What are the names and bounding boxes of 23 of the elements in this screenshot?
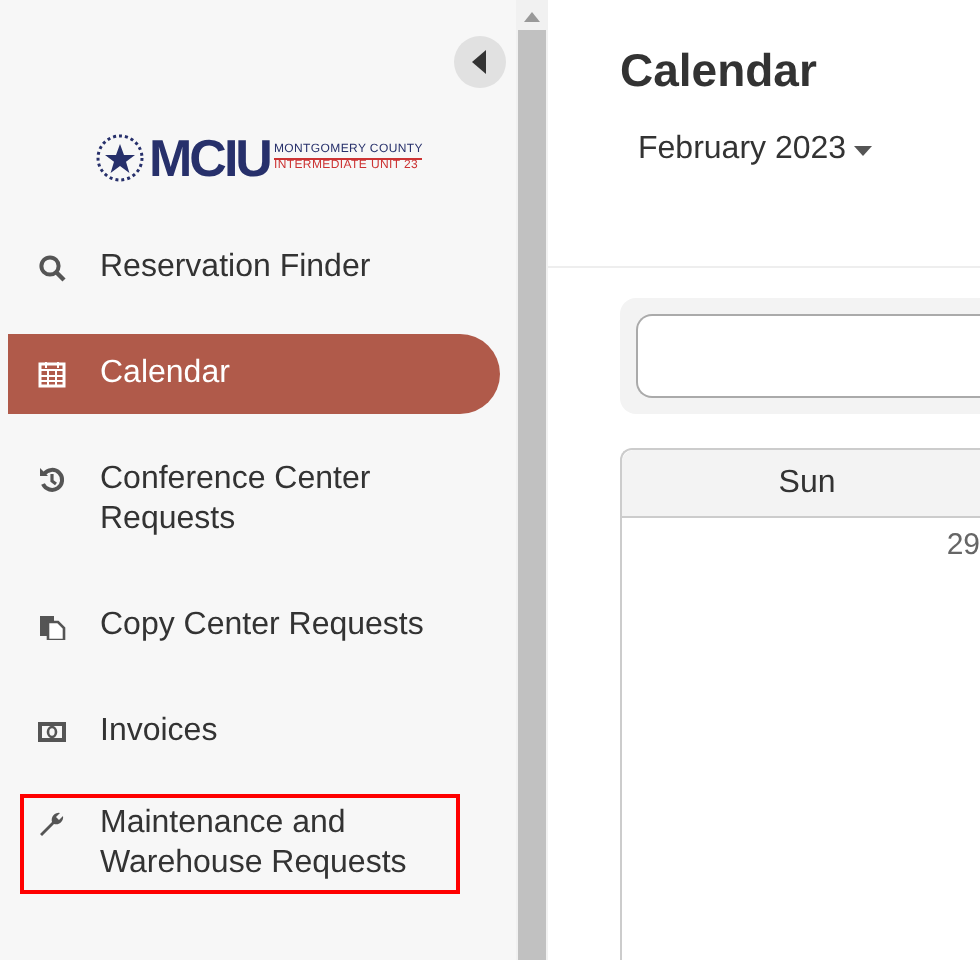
wrench-icon	[38, 810, 66, 838]
page-title: Calendar	[620, 44, 819, 98]
documents-icon	[38, 612, 66, 640]
banknote-icon	[38, 718, 66, 746]
nav-item[interactable]: Reservation Finder	[0, 228, 500, 308]
nav-item[interactable]: Calendar	[8, 334, 500, 414]
filter-field[interactable]	[636, 314, 980, 398]
nav-item[interactable]: Maintenance and Warehouse Requests	[24, 798, 456, 890]
history-icon	[38, 466, 66, 494]
caret-icon	[472, 50, 488, 74]
calendar-icon	[38, 360, 66, 388]
nav-item[interactable]: Invoices	[0, 692, 500, 772]
collapse-button[interactable]	[454, 36, 506, 88]
nav-item[interactable]: Copy Center Requests	[0, 586, 500, 666]
scroll-up-icon[interactable]	[524, 10, 540, 22]
search-icon	[38, 254, 66, 282]
logo-wordmark: MCIU	[149, 127, 270, 189]
scrollbar[interactable]	[516, 0, 548, 960]
caret-icon	[854, 145, 873, 155]
month-dropdown[interactable]: February 2023	[638, 132, 873, 168]
nav-item[interactable]: Conference Center Requests	[0, 440, 500, 560]
date-number: 29	[946, 528, 980, 562]
day-header: Sun	[776, 464, 838, 504]
